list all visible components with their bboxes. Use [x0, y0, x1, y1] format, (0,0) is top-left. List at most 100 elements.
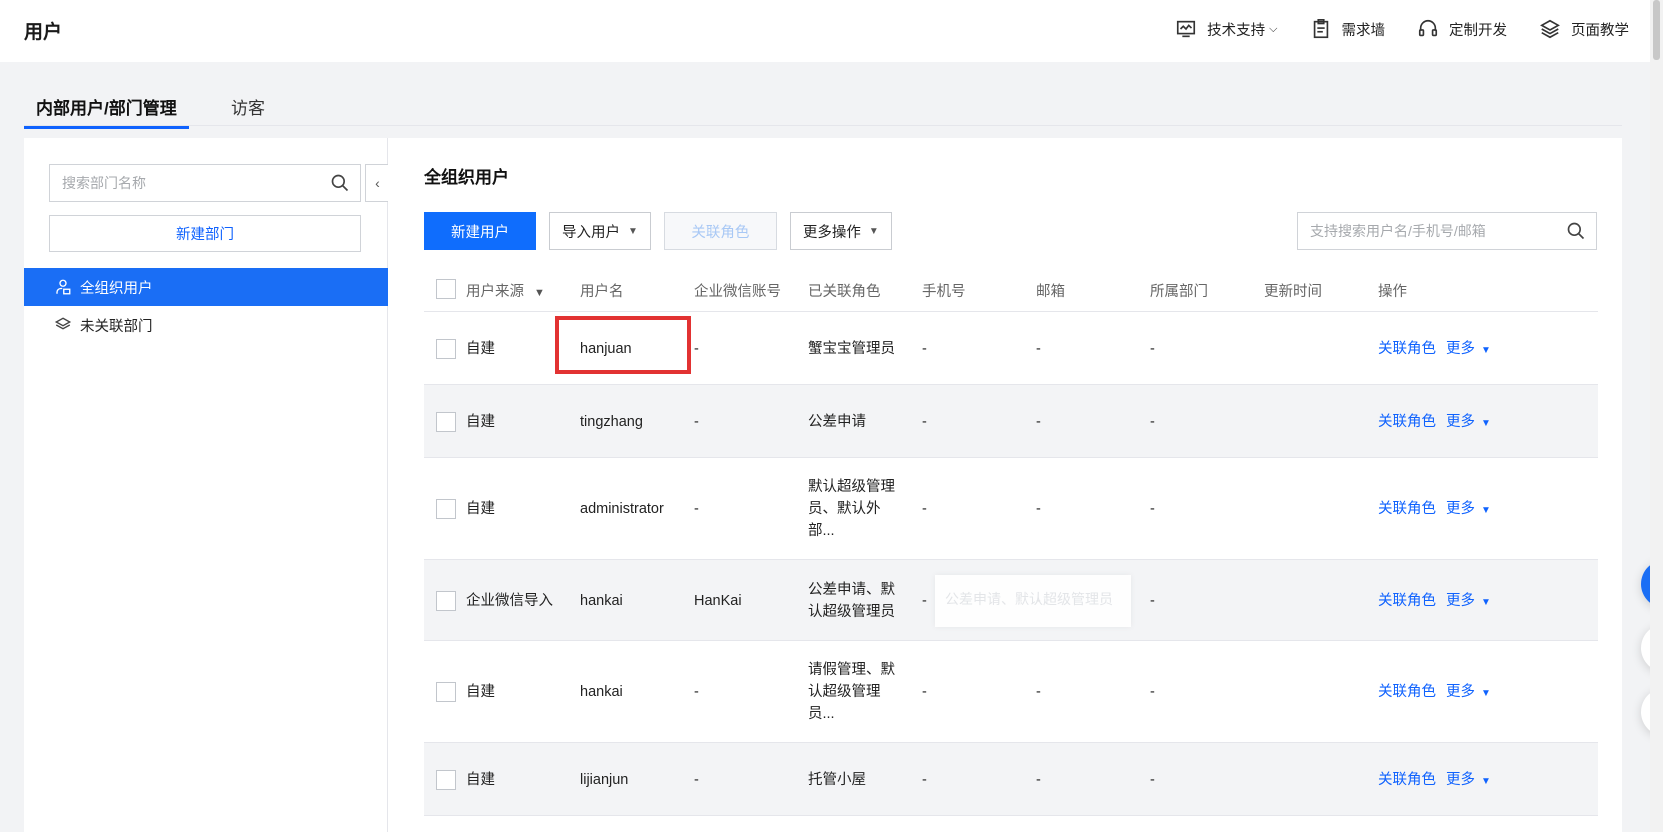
cell-wecom: -: [694, 771, 699, 788]
nav-tech-support-label: 技术支持: [1207, 22, 1266, 39]
cell-phone: -: [922, 340, 927, 357]
sidebar-item-label: 全组织用户: [80, 280, 153, 297]
row-checkbox[interactable]: [436, 682, 456, 702]
cell-dept: -: [1150, 592, 1155, 609]
nav-requirement-wall[interactable]: 需求墙: [1310, 18, 1385, 40]
role-line: 认超级管理: [808, 684, 881, 700]
link-role-action[interactable]: 关联角色: [1378, 593, 1436, 609]
cell-actions: 关联角色 更多 ▼: [1378, 411, 1491, 435]
cell-roles: 蟹宝宝管理员: [808, 338, 895, 360]
table-row[interactable]: 自建 hanjuan - 蟹宝宝管理员 - - - 关联角色 更多 ▼: [424, 312, 1598, 385]
cell-username: hanjuan: [580, 340, 632, 357]
cell-dept: -: [1150, 771, 1155, 788]
scrollbar-thumb[interactable]: [1653, 0, 1660, 60]
select-all-checkbox[interactable]: [436, 279, 456, 299]
page-scrollbar[interactable]: [1650, 0, 1663, 832]
cell-email: -: [1036, 340, 1041, 357]
cell-username: hankai: [580, 684, 623, 700]
tab-internal-users[interactable]: 内部用户/部门管理: [24, 94, 189, 129]
caret-down-icon: ▼: [1481, 688, 1491, 699]
role-line: 认超级管理员: [808, 603, 895, 620]
top-bar: 用户 技术支持 ⌵ 需求墙 定制开发 页面教学: [0, 0, 1663, 62]
user-search-input[interactable]: [1298, 213, 1548, 249]
new-user-button[interactable]: 新建用户: [424, 212, 536, 250]
table-row[interactable]: 自建 hankai - 请假管理、默 认超级管理 员... - - - 关联角色 更多 ▼: [424, 641, 1598, 743]
new-dept-button[interactable]: 新建部门: [49, 215, 361, 252]
more-action-label: 更多: [1446, 413, 1475, 430]
sidebar-item-unlinked-dept[interactable]: 未关联部门: [24, 306, 388, 344]
cell-source: 自建: [466, 413, 495, 430]
nav-page-tutorial[interactable]: 页面教学: [1539, 18, 1629, 40]
more-actions-button[interactable]: 更多操作 ▼: [789, 212, 892, 250]
role-tooltip: 公差申请、默认超级管理员: [935, 575, 1131, 627]
role-line: 蟹宝宝管理员: [808, 340, 895, 357]
column-header-email: 邮箱: [1036, 284, 1065, 300]
cell-dept: -: [1150, 413, 1155, 430]
sidebar-item-all-users[interactable]: 全组织用户: [24, 268, 388, 306]
cell-username: lijianjun: [580, 771, 629, 788]
link-role-action[interactable]: 关联角色: [1378, 341, 1436, 357]
link-role-action[interactable]: 关联角色: [1378, 501, 1436, 517]
role-line: 默认超级管理: [808, 479, 895, 495]
column-header-roles: 已关联角色: [808, 284, 881, 300]
link-role-action[interactable]: 关联角色: [1378, 684, 1436, 700]
row-checkbox[interactable]: [436, 769, 456, 790]
import-user-label: 导入用户: [562, 224, 620, 241]
table-header: 用户来源 ▼ 用户名 企业微信账号 已关联角色 手机号 邮箱 所属部门 更新时间…: [424, 266, 1598, 312]
import-user-button[interactable]: 导入用户 ▼: [549, 212, 651, 250]
nav-custom-dev[interactable]: 定制开发: [1417, 18, 1507, 40]
chevron-left-icon: ‹: [375, 175, 380, 191]
table-body: 自建 hanjuan - 蟹宝宝管理员 - - - 关联角色 更多 ▼ 自建 tingzhang - 公差…: [424, 312, 1598, 816]
more-action[interactable]: 更多 ▼: [1446, 501, 1491, 517]
cell-source: 企业微信导入: [466, 592, 553, 609]
link-role-button[interactable]: 关联角色: [663, 212, 777, 250]
role-line: 员、默认外: [808, 501, 881, 517]
link-role-action[interactable]: 关联角色: [1378, 772, 1436, 788]
cell-wecom: -: [694, 413, 699, 430]
cell-wecom: -: [694, 340, 699, 357]
row-checkbox[interactable]: [436, 411, 456, 432]
role-line: 托管小屋: [808, 771, 866, 788]
nav-tech-support[interactable]: 技术支持 ⌵: [1175, 18, 1278, 40]
row-checkbox[interactable]: [436, 499, 456, 519]
search-icon[interactable]: [1566, 221, 1586, 241]
cell-actions: 关联角色 更多 ▼: [1378, 590, 1491, 614]
column-header-source[interactable]: 用户来源 ▼: [466, 280, 545, 301]
top-nav: 技术支持 ⌵ 需求墙 定制开发 页面教学: [1143, 18, 1629, 40]
more-action[interactable]: 更多 ▼: [1446, 414, 1491, 430]
more-action[interactable]: 更多 ▼: [1446, 772, 1491, 788]
cell-phone: -: [922, 413, 927, 430]
more-action[interactable]: 更多 ▼: [1446, 684, 1491, 700]
user-list-panel: 全组织用户 新建用户 导入用户 ▼ 关联角色 更多操作 ▼ 用户来源 ▼ 用户名…: [388, 138, 1622, 832]
page-title: 用户: [24, 22, 63, 43]
more-action-label: 更多: [1446, 684, 1475, 700]
collapse-sidebar-button[interactable]: ‹: [365, 164, 389, 202]
role-line: 公差申请: [808, 413, 866, 430]
caret-down-icon: ▼: [1481, 505, 1491, 516]
cell-phone: -: [922, 684, 927, 700]
cell-wecom: -: [694, 684, 699, 700]
table-row[interactable]: 自建 administrator - 默认超级管理 员、默认外 部... - - - 关联角色 更多…: [424, 458, 1598, 560]
column-header-actions: 操作: [1378, 284, 1407, 300]
row-checkbox[interactable]: [436, 338, 456, 359]
caret-down-icon: ▼: [1481, 775, 1491, 787]
search-icon[interactable]: [330, 173, 350, 193]
table-row[interactable]: 自建 tingzhang - 公差申请 - - - 关联角色 更多 ▼: [424, 385, 1598, 458]
dept-search-input[interactable]: [50, 165, 310, 201]
table-row[interactable]: 自建 lijianjun - 托管小屋 - - - 关联角色 更多 ▼: [424, 743, 1598, 816]
more-action[interactable]: 更多 ▼: [1446, 341, 1491, 357]
layers-icon: [54, 317, 72, 330]
more-action[interactable]: 更多 ▼: [1446, 593, 1491, 609]
page-tabs: 内部用户/部门管理 访客: [24, 88, 1622, 129]
row-checkbox[interactable]: [436, 590, 456, 611]
cell-actions: 关联角色 更多 ▼: [1378, 498, 1491, 522]
cell-username: tingzhang: [580, 413, 643, 430]
link-role-action[interactable]: 关联角色: [1378, 414, 1436, 430]
cell-roles: 默认超级管理 员、默认外 部...: [808, 476, 895, 542]
tab-visitors[interactable]: 访客: [231, 94, 265, 119]
cell-phone: -: [922, 592, 927, 609]
more-action-label: 更多: [1446, 771, 1475, 788]
filter-icon[interactable]: ▼: [534, 287, 545, 299]
more-actions-label: 更多操作: [802, 224, 861, 241]
column-header-wecom: 企业微信账号: [694, 284, 781, 300]
